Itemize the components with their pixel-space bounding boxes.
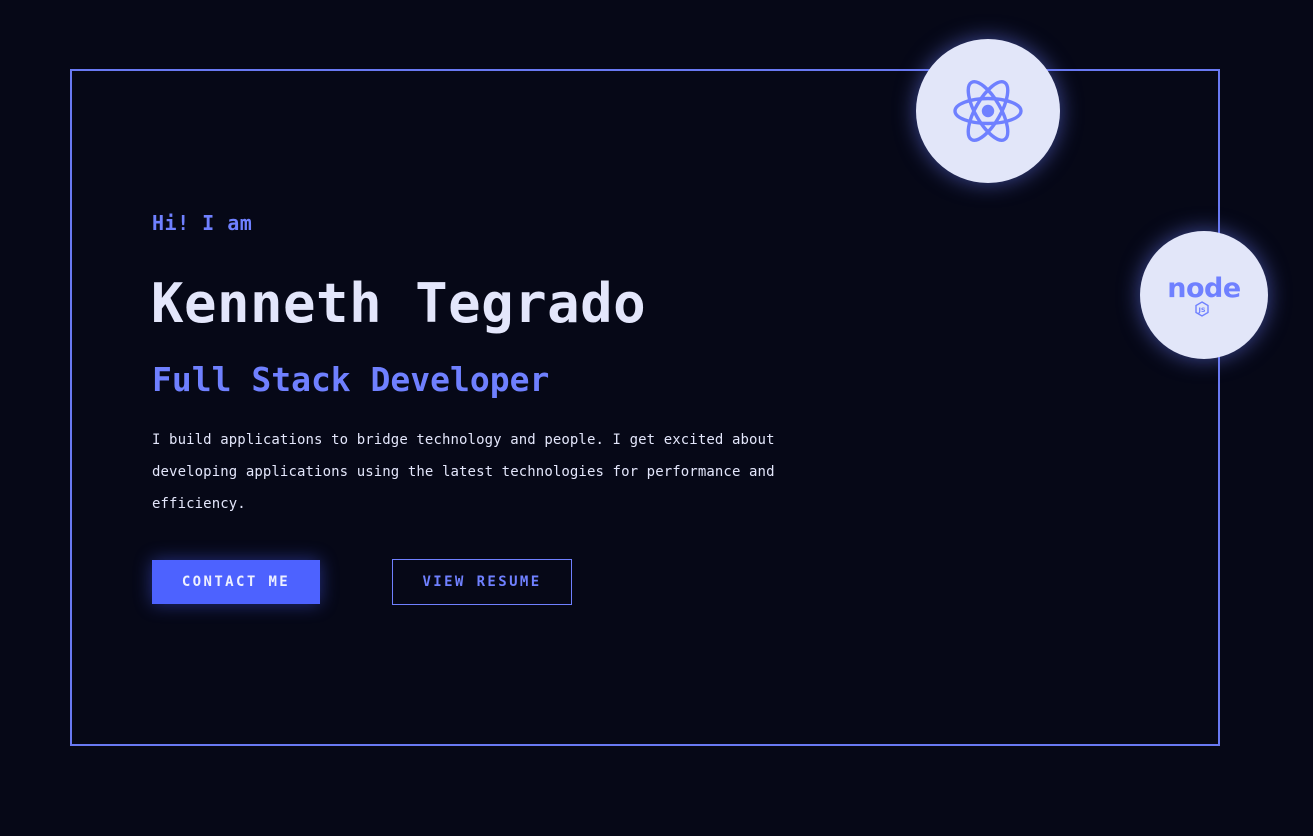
developer-name: Kenneth Tegrado [151,272,647,335]
greeting-text: Hi! I am [152,211,253,235]
react-icon [953,80,1023,142]
nodejs-badge: node JS [1140,231,1268,359]
developer-bio: I build applications to bridge technolog… [152,432,775,512]
nodejs-logo-text: node [1167,273,1240,304]
hero-section: Hi! I am Kenneth Tegrado Full Stack Deve… [0,0,1313,836]
developer-role: Full Stack Developer [152,360,550,399]
contact-me-button[interactable]: CONTACT ME [152,560,320,604]
hero-frame [70,69,1220,746]
react-badge [916,39,1060,183]
nodejs-logo-subtext: JS [1197,306,1205,314]
nodejs-icon: node JS [1167,273,1241,317]
view-resume-button[interactable]: VIEW RESUME [392,559,572,605]
